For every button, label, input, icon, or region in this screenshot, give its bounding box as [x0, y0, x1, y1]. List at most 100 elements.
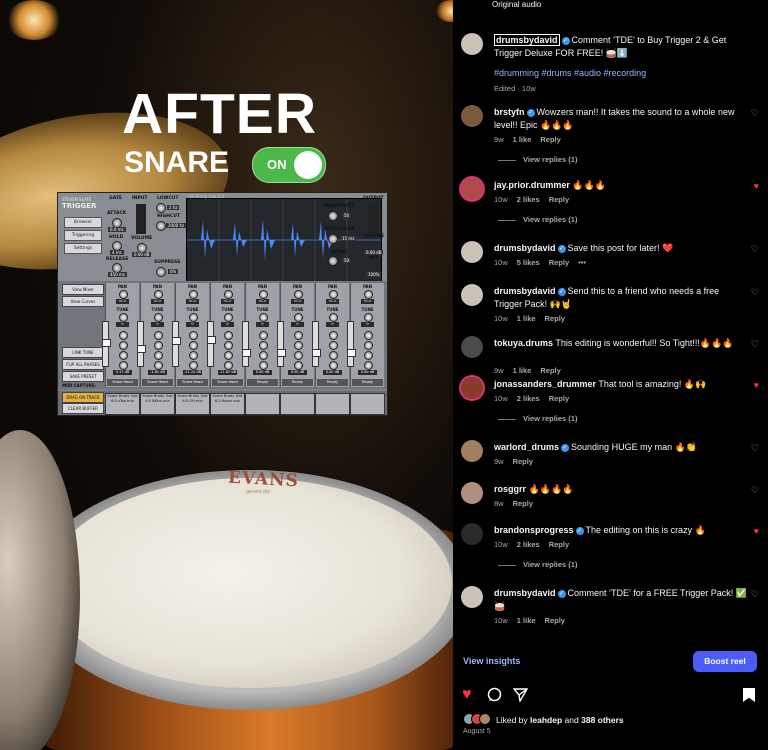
comment-username[interactable]: brstyfn [494, 107, 525, 117]
comment-like-heart-icon[interactable]: ♡ [751, 339, 759, 350]
mix-value: 100% [366, 272, 382, 277]
comment-likes[interactable]: 1 like [517, 314, 536, 323]
more-options-icon[interactable]: ••• [578, 258, 586, 267]
tune-label: TUNE [116, 307, 129, 312]
view-replies-link[interactable]: View replies (1) [498, 155, 577, 164]
view-replies-link[interactable]: View replies (1) [498, 215, 577, 224]
comment-like-heart-icon[interactable]: ♥ [754, 181, 759, 191]
reply-button[interactable]: Reply [540, 366, 560, 375]
comment-username[interactable]: drumsbydavid [494, 243, 556, 253]
comment-likes[interactable]: 1 like [517, 616, 536, 625]
avatar[interactable] [461, 336, 483, 358]
comment-like-heart-icon[interactable]: ♥ [754, 526, 759, 536]
avatar[interactable] [461, 440, 483, 462]
comment-username[interactable]: brandonsprogress [494, 525, 574, 535]
lowcut-knob [156, 203, 166, 213]
comment-likes[interactable]: 2 likes [517, 540, 540, 549]
channel-knob [294, 351, 303, 360]
retrigger-label: RETRIGGER [325, 227, 354, 232]
channel-db-value: 0.17 dB [113, 370, 132, 375]
avatar[interactable] [461, 241, 483, 263]
comment-likes[interactable]: 1 like [513, 366, 532, 375]
sensitivity-knob [328, 211, 338, 221]
comment-meta: 10w 1 like Reply [494, 616, 565, 625]
drum-brand-sub: genera dry [246, 489, 270, 495]
comment-like-heart-icon[interactable]: ♡ [751, 485, 759, 496]
avatar[interactable] [461, 178, 483, 200]
avatar[interactable] [461, 482, 483, 504]
comment-like-heart-icon[interactable]: ♡ [751, 108, 759, 119]
view-replies-label[interactable]: View replies (1) [523, 155, 577, 164]
reply-button[interactable]: Reply [545, 616, 565, 625]
fader-cap [242, 349, 251, 357]
comment-text-block: drumsbydavid ✓ Comment ‘TDE’ for a FREE Tr… [494, 587, 749, 612]
comment-username[interactable]: jay.prior.drummer [494, 180, 570, 190]
liked-by-text[interactable]: Liked by leahdep and 388 others [496, 715, 624, 725]
liked-by-count[interactable]: 388 others [581, 715, 624, 725]
reply-button[interactable]: Reply [540, 135, 560, 144]
comment-username[interactable]: warlord_drums [494, 442, 559, 452]
comment-username[interactable]: drumsbydavid [494, 588, 556, 598]
channel-name: Snare Head [177, 379, 208, 386]
suppress-value: 0% [168, 269, 179, 274]
sample-slot: Snare Brady Gak 6.5 BKrm mix [140, 393, 175, 415]
reply-button[interactable]: Reply [545, 314, 565, 323]
avatar[interactable] [461, 105, 483, 127]
pan-label: PAN [292, 284, 302, 289]
view-replies-link[interactable]: View replies (1) [498, 414, 577, 423]
verified-icon: ✓ [561, 36, 570, 45]
boost-reel-button[interactable]: Boost reel [693, 651, 757, 672]
reply-button[interactable]: Reply [513, 499, 533, 508]
caption-username[interactable]: drumsbydavid [494, 34, 560, 46]
bookmark-icon[interactable] [743, 688, 755, 702]
view-replies-label[interactable]: View replies (1) [523, 215, 577, 224]
retrigger-knob [328, 234, 338, 244]
reply-button[interactable]: Reply [549, 258, 569, 267]
comment-like-heart-icon[interactable]: ♥ [754, 380, 759, 390]
reply-button[interactable]: Reply [549, 195, 569, 204]
comment-like-heart-icon[interactable]: ♡ [751, 244, 759, 255]
comment-likes[interactable]: 2 likes [517, 394, 540, 403]
reply-button[interactable]: Reply [549, 394, 569, 403]
comment-likes[interactable]: 1 like [513, 135, 532, 144]
channel-knob [189, 331, 198, 340]
comment-body: Save this post for later! ❤️ [567, 243, 674, 253]
channel-knob [189, 351, 198, 360]
channel-knob [294, 341, 303, 350]
comment-like-heart-icon[interactable]: ♡ [751, 443, 759, 454]
avatar[interactable] [461, 523, 483, 545]
toggle-label: ON [267, 157, 287, 172]
lowcut-value: 2 hz [167, 205, 180, 210]
avatar[interactable] [461, 33, 483, 55]
comment-like-heart-icon[interactable]: ♡ [751, 287, 759, 298]
view-replies-label[interactable]: View replies (1) [523, 560, 577, 569]
comment-likes[interactable]: 2 likes [517, 195, 540, 204]
liked-by-prefix: Liked by [496, 715, 528, 725]
share-icon[interactable] [512, 687, 529, 707]
reel-video[interactable]: EVANS genera dry AFTER SNARE ON STEVEN S… [0, 0, 453, 750]
comment-likes[interactable]: 5 likes [517, 258, 540, 267]
view-replies-label[interactable]: View replies (1) [523, 414, 577, 423]
comment-username[interactable]: tokuya.drums [494, 338, 553, 348]
like-heart-icon[interactable]: ♥ [462, 686, 472, 704]
release-label: RELEASE [106, 257, 129, 262]
verified-icon: ✓ [526, 108, 535, 117]
pan-knob [364, 290, 373, 299]
comment-username[interactable]: drumsbydavid [494, 286, 556, 296]
liked-by-user[interactable]: leahdep [530, 715, 562, 725]
reply-button[interactable]: Reply [549, 540, 569, 549]
comment-username[interactable]: rosggrr [494, 484, 526, 494]
avatar[interactable] [461, 377, 483, 399]
avatar[interactable] [461, 284, 483, 306]
comment-icon[interactable] [487, 687, 502, 707]
view-insights-link[interactable]: View insights [463, 656, 520, 666]
hashtags-link[interactable]: #drumming #drums #audio #recording [494, 68, 646, 78]
reply-button[interactable]: Reply [513, 457, 533, 466]
original-audio-label[interactable]: Original audio [492, 0, 541, 9]
comment-username[interactable]: jonassanders_drummer [494, 379, 596, 389]
channel-knob [259, 361, 268, 370]
avatar[interactable] [461, 586, 483, 608]
view-replies-link[interactable]: View replies (1) [498, 560, 577, 569]
channel-name: Empty [282, 379, 313, 386]
comment-like-heart-icon[interactable]: ♡ [751, 589, 759, 600]
